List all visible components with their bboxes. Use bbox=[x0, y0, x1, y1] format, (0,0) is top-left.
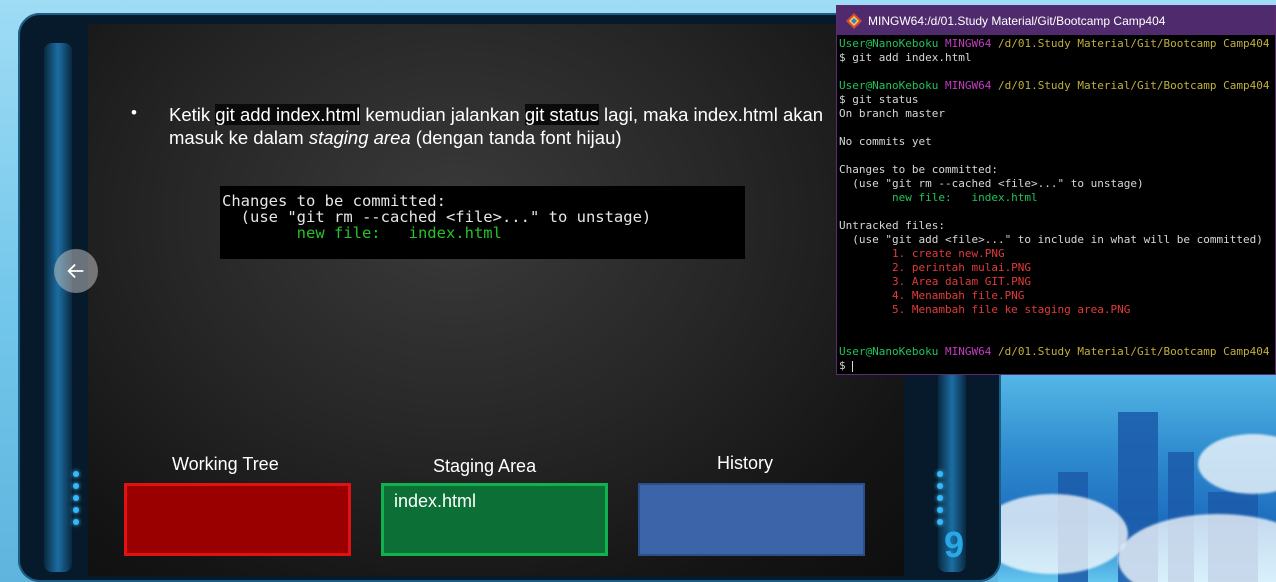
code-line-3: new file: index.html bbox=[296, 224, 502, 242]
code-snippet: Changes to be committed: (use "git rm --… bbox=[220, 186, 745, 259]
prompt-path-2: /d/01.Study Material/Git/Bootcamp Camp40… bbox=[997, 79, 1270, 92]
bullet-part-1: Ketik bbox=[169, 104, 216, 125]
prompt-user-1: User@NanoKeboku bbox=[839, 37, 939, 50]
prompt-user-2: User@NanoKeboku bbox=[839, 79, 939, 92]
prompt-path-1: /d/01.Study Material/Git/Bootcamp Camp40… bbox=[997, 37, 1270, 50]
bullet-text: Ketik git add index.html kemudian jalank… bbox=[169, 103, 829, 149]
left-frame-rail bbox=[44, 43, 72, 572]
untracked-file: 2. perintah mulai.PNG bbox=[839, 261, 1032, 274]
untracked-file: 4. Menambah file.PNG bbox=[839, 289, 1025, 302]
prompt-shell-2: MINGW64 bbox=[944, 79, 992, 92]
command-git-add: git add index.html bbox=[215, 104, 361, 125]
terminal-titlebar[interactable]: MINGW64:/d/01.Study Material/Git/Bootcam… bbox=[837, 6, 1275, 35]
bullet-marker: • bbox=[131, 103, 137, 122]
working-tree-label: Working Tree bbox=[172, 454, 279, 474]
command-line-2: $ git status bbox=[839, 93, 919, 106]
staging-item: index.html bbox=[394, 491, 477, 511]
bullet-part-2: kemudian jalankan bbox=[360, 104, 525, 125]
new-file-line: new file: index.html bbox=[839, 191, 1038, 204]
arrow-left-icon bbox=[67, 263, 84, 279]
untracked-file: 3. Area dalam GIT.PNG bbox=[839, 275, 1032, 288]
code-line-3-indent bbox=[222, 224, 297, 242]
terminal-cursor[interactable] bbox=[852, 360, 854, 372]
history-label: History bbox=[717, 453, 774, 473]
untracked-hint: (use "git add <file>..." to include in w… bbox=[839, 233, 1263, 246]
city-wallpaper bbox=[998, 374, 1276, 582]
untracked-file: 5. Menambah file ke staging area.PNG bbox=[839, 303, 1131, 316]
terminal-output[interactable]: User@NanoKeboku MINGW64 /d/01.Study Mate… bbox=[837, 35, 1275, 373]
staging-area-label: Staging Area bbox=[433, 456, 537, 476]
git-bash-icon bbox=[846, 12, 862, 29]
prompt-path-3: /d/01.Study Material/Git/Bootcamp Camp40… bbox=[997, 345, 1270, 358]
current-prompt: $ bbox=[839, 359, 853, 372]
terminal-title: MINGW64:/d/01.Study Material/Git/Bootcam… bbox=[868, 13, 1166, 28]
no-commits-line: No commits yet bbox=[839, 135, 932, 148]
history-box bbox=[638, 483, 865, 556]
staging-area-term: staging area bbox=[308, 127, 411, 148]
terminal-window[interactable]: MINGW64:/d/01.Study Material/Git/Bootcam… bbox=[836, 5, 1276, 375]
command-line-1: $ git add index.html bbox=[839, 51, 972, 64]
left-glow-dots bbox=[73, 471, 79, 531]
branch-line: On branch master bbox=[839, 107, 945, 120]
prompt-user-3: User@NanoKeboku bbox=[839, 345, 939, 358]
slide-page-number: 9 bbox=[944, 524, 965, 565]
untracked-header: Untracked files: bbox=[839, 219, 945, 232]
changes-hint: (use "git rm --cached <file>..." to unst… bbox=[839, 177, 1144, 190]
prompt-shell-1: MINGW64 bbox=[944, 37, 992, 50]
prompt-shell-3: MINGW64 bbox=[944, 345, 992, 358]
back-button[interactable] bbox=[54, 249, 98, 293]
bullet-part-4: (dengan tanda font hijau) bbox=[410, 127, 622, 148]
right-glow-dots bbox=[937, 471, 943, 531]
staging-area-box: index.html bbox=[381, 483, 608, 556]
working-tree-box bbox=[124, 483, 351, 556]
command-git-status: git status bbox=[524, 104, 599, 125]
untracked-file: 1. create new.PNG bbox=[839, 247, 1005, 260]
changes-header: Changes to be committed: bbox=[839, 163, 998, 176]
